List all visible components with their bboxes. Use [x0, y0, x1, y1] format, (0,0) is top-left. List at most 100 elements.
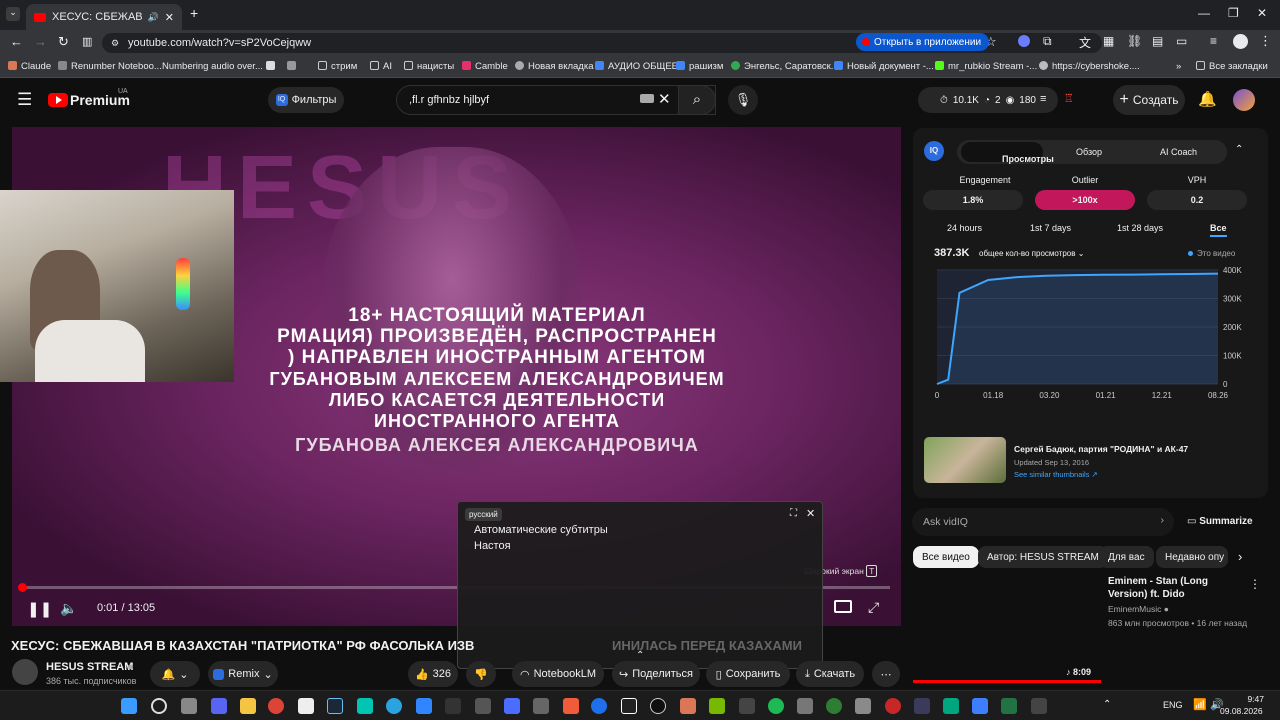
wifi-icon[interactable]: 📶	[1193, 698, 1207, 711]
clear-search-icon[interactable]: ✕	[658, 90, 671, 108]
range-all[interactable]: Все	[1210, 223, 1227, 237]
voice-search-button[interactable]: 🎙	[728, 85, 758, 115]
close-caption-icon[interactable]: ✕	[806, 507, 815, 520]
browser-tab[interactable]: ХЕСУС: СБЕЖАВШАЯ В КАЗ... 🔊 ✕	[26, 4, 182, 30]
rec-thumbnail[interactable]	[913, 574, 1101, 680]
notebooklm-button[interactable]: ◠ NotebookLM	[512, 661, 604, 687]
bookmark-item[interactable]: Энгельс, Саратовск...	[731, 61, 839, 72]
keyboard-icon[interactable]	[640, 94, 654, 103]
range-7d[interactable]: 1st 7 days	[1030, 223, 1071, 233]
pause-icon[interactable]: ❚❚	[27, 600, 52, 618]
link-icon[interactable]: ⛓	[1127, 34, 1142, 48]
browser-menu-icon[interactable]: ⋮	[1259, 33, 1272, 49]
clock-time[interactable]: 9:47	[1228, 694, 1264, 704]
app-icon[interactable]	[563, 698, 579, 714]
apps-icon[interactable]: ▦	[1103, 34, 1114, 48]
file-icon[interactable]	[298, 698, 314, 714]
app-icon[interactable]	[768, 698, 784, 714]
app-icon[interactable]	[826, 698, 842, 714]
bookmark-item[interactable]	[287, 61, 300, 72]
theater-mode-icon[interactable]	[834, 600, 852, 613]
minimize-button[interactable]: —	[1198, 6, 1210, 20]
app-icon[interactable]	[533, 698, 549, 714]
account-avatar[interactable]	[1233, 89, 1255, 111]
menu-icon[interactable]: ☰	[17, 90, 32, 110]
vidiq-filters-button[interactable]: IQ Фильтры	[268, 87, 344, 113]
app-icon[interactable]	[914, 698, 930, 714]
chatgpt-icon[interactable]	[650, 698, 666, 714]
create-button[interactable]: + Создать	[1113, 85, 1185, 115]
chip-recent[interactable]: Недавно опу	[1156, 546, 1228, 568]
bookmark-item[interactable]: Renumber Noteboo...	[58, 61, 162, 72]
progress-handle[interactable]	[18, 583, 27, 592]
extensions-puzzle-icon[interactable]: ⧉	[1043, 34, 1052, 49]
channel-avatar[interactable]	[12, 659, 38, 685]
remix-button[interactable]: Remix ⌄	[208, 661, 278, 687]
search-icon[interactable]	[151, 698, 167, 714]
total-views-dropdown[interactable]: общее кол-во просмотров ⌄	[979, 249, 1084, 258]
media-control-icon[interactable]: ≡	[1210, 34, 1217, 48]
app-icon[interactable]	[885, 698, 901, 714]
chip-all[interactable]: Все видео	[913, 546, 979, 568]
bookmark-item[interactable]: Новый документ -...	[834, 61, 934, 72]
grid-icon[interactable]: ▤	[1152, 34, 1163, 48]
bookmark-folder[interactable]: стрим	[318, 61, 357, 72]
tab-overview[interactable]: Обзор	[1076, 147, 1102, 157]
rec-more-icon[interactable]: ⋮	[1249, 577, 1261, 591]
site-info-icon[interactable]: ⚙	[111, 38, 119, 49]
app-icon[interactable]	[1001, 698, 1017, 714]
share-button[interactable]: ↪ Поделиться	[612, 661, 700, 687]
app-icon[interactable]	[943, 698, 959, 714]
alert-icon[interactable]: ♖	[1064, 92, 1074, 105]
tab-close-icon[interactable]: ✕	[165, 11, 174, 24]
rec-title[interactable]: Eminem - Stan (Long Version) ft. Dido	[1108, 575, 1248, 601]
app-icon[interactable]	[972, 698, 988, 714]
rec-channel[interactable]: EminemMusic ●	[1108, 604, 1169, 614]
app-icon[interactable]	[797, 698, 813, 714]
side-panel-icon[interactable]: ▥	[82, 35, 92, 48]
bookmark-item[interactable]: Camble	[462, 61, 508, 72]
bookmark-item[interactable]: рашизм	[676, 61, 723, 72]
collapse-icon[interactable]: ⌃	[1235, 144, 1243, 155]
translate-icon[interactable]: 文	[1079, 34, 1091, 51]
app-icon[interactable]	[445, 698, 461, 714]
new-tab-button[interactable]: +	[190, 5, 198, 21]
similar-thumbnail[interactable]	[924, 437, 1006, 483]
volume-icon[interactable]: 🔈	[60, 600, 77, 617]
discord-icon[interactable]	[211, 698, 227, 714]
dislike-button[interactable]: 👎	[466, 661, 496, 687]
app-icon[interactable]	[1031, 698, 1047, 714]
app-icon[interactable]	[504, 698, 520, 714]
open-in-app-button[interactable]: Открыть в приложении	[856, 33, 990, 51]
chips-next-icon[interactable]: ›	[1238, 549, 1242, 564]
chip-for-you[interactable]: Для вас	[1099, 546, 1154, 568]
chip-author[interactable]: Автор: HESUS STREAM	[978, 546, 1108, 568]
app-icon[interactable]	[357, 698, 373, 714]
search-button[interactable]: ⌕	[678, 85, 716, 115]
bookmark-item[interactable]: Новая вкладка	[515, 61, 593, 72]
close-window-button[interactable]: ✕	[1257, 6, 1267, 20]
range-28d[interactable]: 1st 28 days	[1117, 223, 1163, 233]
youtube-logo-icon[interactable]	[48, 93, 68, 107]
bookmark-item[interactable]: Claude	[8, 61, 51, 72]
steam-icon[interactable]	[327, 698, 343, 714]
caption-language-badge[interactable]: русский	[465, 508, 502, 521]
reload-icon[interactable]: ↻	[58, 34, 69, 50]
language-indicator[interactable]: ENG	[1163, 700, 1183, 710]
fullscreen-icon[interactable]: ⤢	[868, 599, 879, 616]
nvidia-icon[interactable]	[709, 698, 725, 714]
save-button[interactable]: ▯ Сохранить	[706, 661, 790, 687]
app-icon[interactable]	[855, 698, 871, 714]
list-icon[interactable]: ≡	[1040, 93, 1046, 105]
similar-thumbnails-link[interactable]: See similar thumbnails ↗	[1014, 470, 1098, 479]
expand-icon[interactable]: ⛶	[790, 508, 797, 519]
extension-icon[interactable]	[1018, 35, 1030, 47]
bookmark-item[interactable]	[266, 61, 279, 72]
similar-title[interactable]: Сергей Бадюк, партия "РОДИНА" и АК-47	[1014, 444, 1188, 454]
tab-list-button[interactable]: ⌄	[6, 7, 20, 21]
maximize-button[interactable]: ❐	[1228, 6, 1239, 20]
telegram-icon[interactable]	[386, 698, 402, 714]
start-icon[interactable]	[121, 698, 137, 714]
bookmark-item[interactable]: АУДИО ОБЩЕЕ	[595, 61, 678, 72]
like-button[interactable]: 👍 326	[408, 661, 458, 687]
